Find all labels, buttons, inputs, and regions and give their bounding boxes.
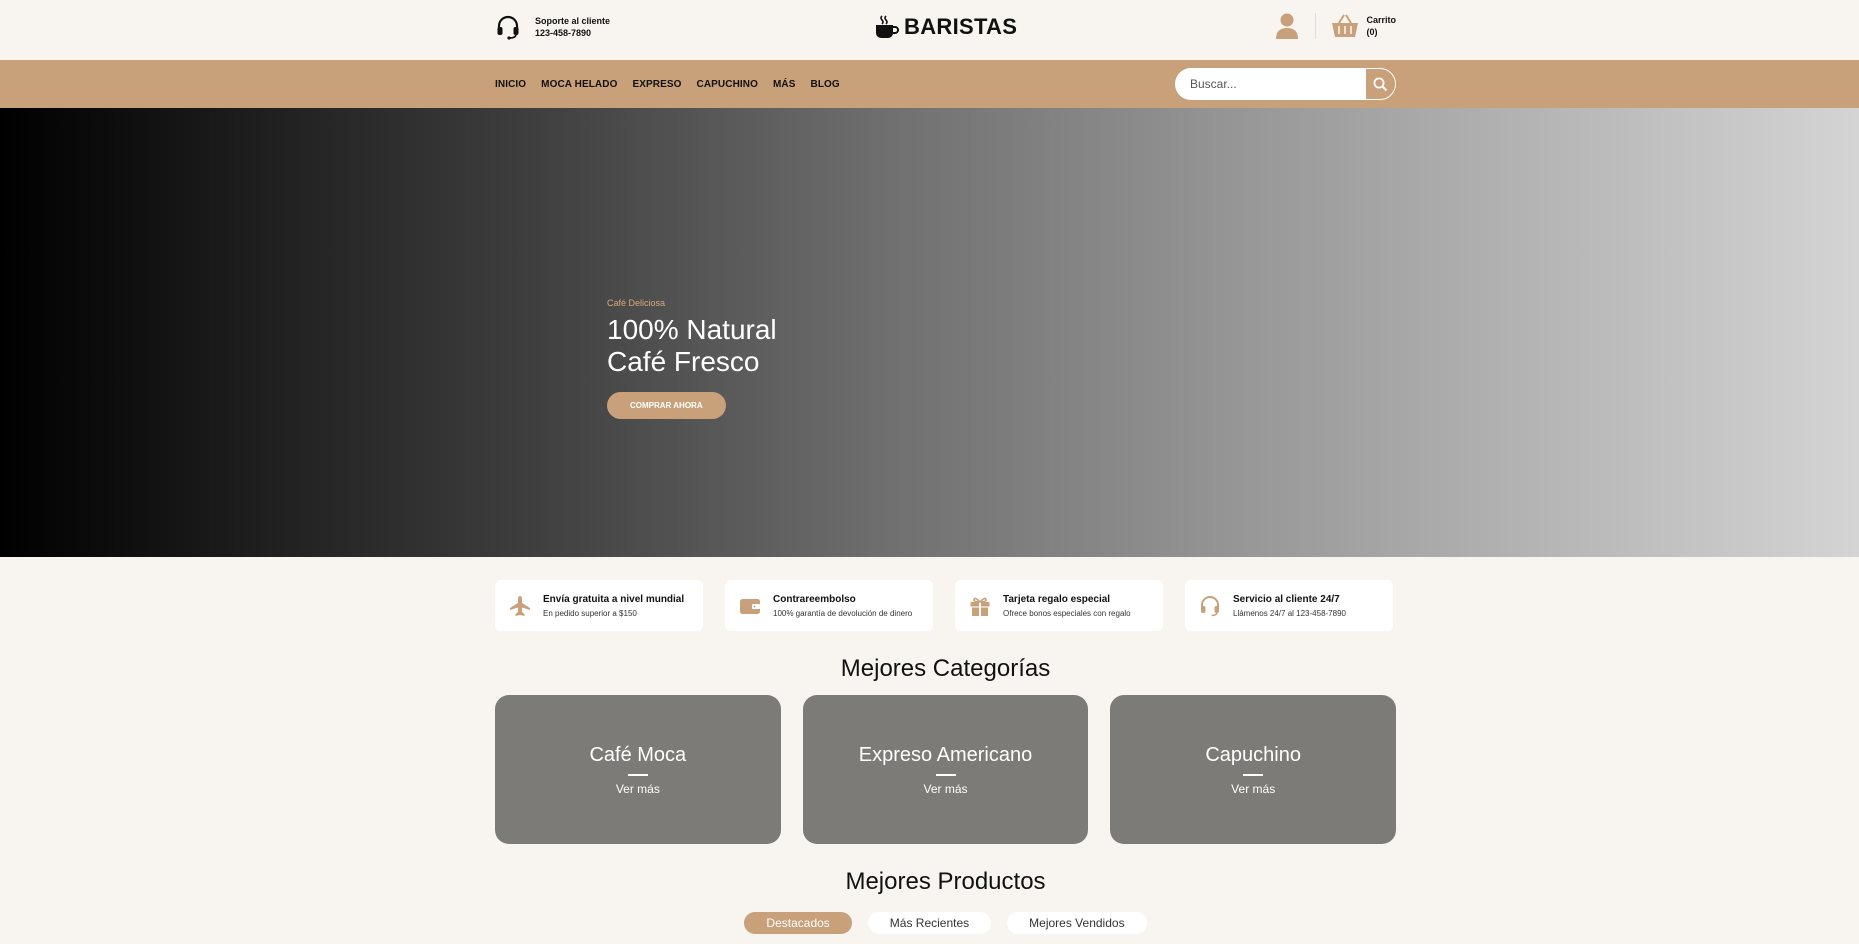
brand-name: BARISTAS: [904, 14, 1018, 39]
cart-label: Carrito: [1366, 15, 1396, 25]
wallet-icon: [740, 598, 760, 614]
customer-support[interactable]: Soporte al cliente 123-458-7890: [495, 14, 610, 40]
feature-title: Servicio al cliente 24/7: [1233, 593, 1340, 605]
user-icon[interactable]: [1275, 12, 1299, 40]
headset-icon: [1201, 595, 1219, 616]
feature-customer-service: Servicio al cliente 24/7 Llámenos 24/7 a…: [1185, 580, 1393, 631]
search-icon: [1373, 77, 1388, 91]
nav-item-capuchino[interactable]: CAPUCHINO: [697, 79, 758, 90]
main-navigation: INICIO MOCA HELADO EXPRESO CAPUCHINO MÁS…: [0, 60, 1859, 108]
feature-desc: 100% garantía de devolución de dinero: [773, 608, 913, 618]
category-card-cafe-moca[interactable]: Café Moca Ver más: [495, 695, 781, 844]
header-divider: [1315, 13, 1317, 39]
feature-gift-card: Tarjeta regalo especial Ofrece bonos esp…: [955, 580, 1163, 631]
product-tabs: Destacados Más Recientes Mejores Vendido…: [495, 912, 1396, 934]
shop-now-button[interactable]: COMPRAR AHORA: [607, 392, 726, 419]
nav-links: INICIO MOCA HELADO EXPRESO CAPUCHINO MÁS…: [495, 79, 840, 90]
hero-kicker: Café Deliciosa: [607, 298, 666, 308]
tab-destacados[interactable]: Destacados: [744, 912, 852, 934]
features-row: Envía gratuita a nivel mundial En pedido…: [495, 580, 1396, 631]
categories-title: Mejores Categorías: [840, 655, 1051, 682]
user-cart-area: Carrito (0): [1275, 12, 1396, 40]
nav-item-mas[interactable]: MÁS: [773, 79, 796, 90]
category-card-expreso-americano[interactable]: Expreso Americano Ver más: [802, 695, 1089, 844]
category-divider: [935, 773, 956, 776]
products-title: Mejores Productos: [845, 868, 1046, 895]
category-see-more-link[interactable]: Ver más: [616, 782, 660, 796]
search-button[interactable]: [1365, 68, 1396, 100]
hero-banner: Café Deliciosa 100% Natural Café Fresco …: [0, 108, 1859, 557]
tab-mejores-vendidos[interactable]: Mejores Vendidos: [1007, 912, 1147, 934]
search-input[interactable]: [1175, 68, 1365, 100]
nav-item-blog[interactable]: BLOG: [811, 79, 840, 90]
nav-item-moca-helado[interactable]: MOCA HELADO: [541, 79, 617, 90]
hero-title: 100% Natural Café Fresco: [607, 314, 777, 378]
top-header: Soporte al cliente 123-458-7890 BARISTAS: [0, 0, 1859, 60]
main-content: Envía gratuita a nivel mundial En pedido…: [495, 580, 1397, 934]
category-name: Capuchino: [1205, 743, 1301, 766]
tab-mas-recientes[interactable]: Más Recientes: [867, 912, 992, 934]
category-see-more-link[interactable]: Ver más: [1231, 782, 1275, 796]
categories-grid: Café Moca Ver más Expreso Americano Ver …: [495, 695, 1397, 844]
headset-icon: [497, 15, 519, 40]
nav-item-inicio[interactable]: INICIO: [495, 79, 526, 90]
category-divider: [1243, 773, 1264, 776]
hero-title-line2: Café Fresco: [607, 346, 760, 377]
support-phone[interactable]: 123-458-7890: [535, 27, 610, 39]
feature-title: Contrareembolso: [773, 593, 856, 605]
feature-free-shipping: Envía gratuita a nivel mundial En pedido…: [495, 580, 703, 631]
brand-logo[interactable]: BARISTAS: [874, 14, 1017, 40]
feature-cash-on-delivery: Contrareembolso 100% garantía de devoluc…: [725, 580, 933, 631]
cart-count: (0): [1366, 27, 1378, 37]
category-divider: [627, 773, 648, 776]
coffee-cup-icon: [876, 15, 899, 38]
feature-desc: En pedido superior a $150: [543, 608, 637, 618]
nav-item-expreso[interactable]: EXPRESO: [632, 79, 681, 90]
search-bar: [1175, 68, 1396, 100]
category-name: Expreso Americano: [858, 743, 1033, 766]
hero-title-line1: 100% Natural: [607, 314, 777, 345]
hero-content: Café Deliciosa 100% Natural Café Fresco …: [607, 298, 777, 419]
feature-title: Tarjeta regalo especial: [1003, 593, 1111, 605]
cart-summary[interactable]: Carrito (0): [1366, 14, 1396, 38]
feature-desc: Ofrece bonos especiales con regalo: [1003, 608, 1131, 618]
support-label: Soporte al cliente: [535, 16, 611, 26]
feature-title: Envía gratuita a nivel mundial: [543, 593, 685, 605]
feature-desc: Llámenos 24/7 al 123-458-7890: [1233, 608, 1346, 618]
category-card-capuchino[interactable]: Capuchino Ver más: [1110, 695, 1397, 844]
plane-icon: [510, 595, 530, 616]
gift-icon: [970, 597, 990, 616]
category-see-more-link[interactable]: Ver más: [924, 782, 968, 796]
category-name: Café Moca: [589, 743, 687, 766]
basket-icon[interactable]: [1331, 13, 1359, 39]
